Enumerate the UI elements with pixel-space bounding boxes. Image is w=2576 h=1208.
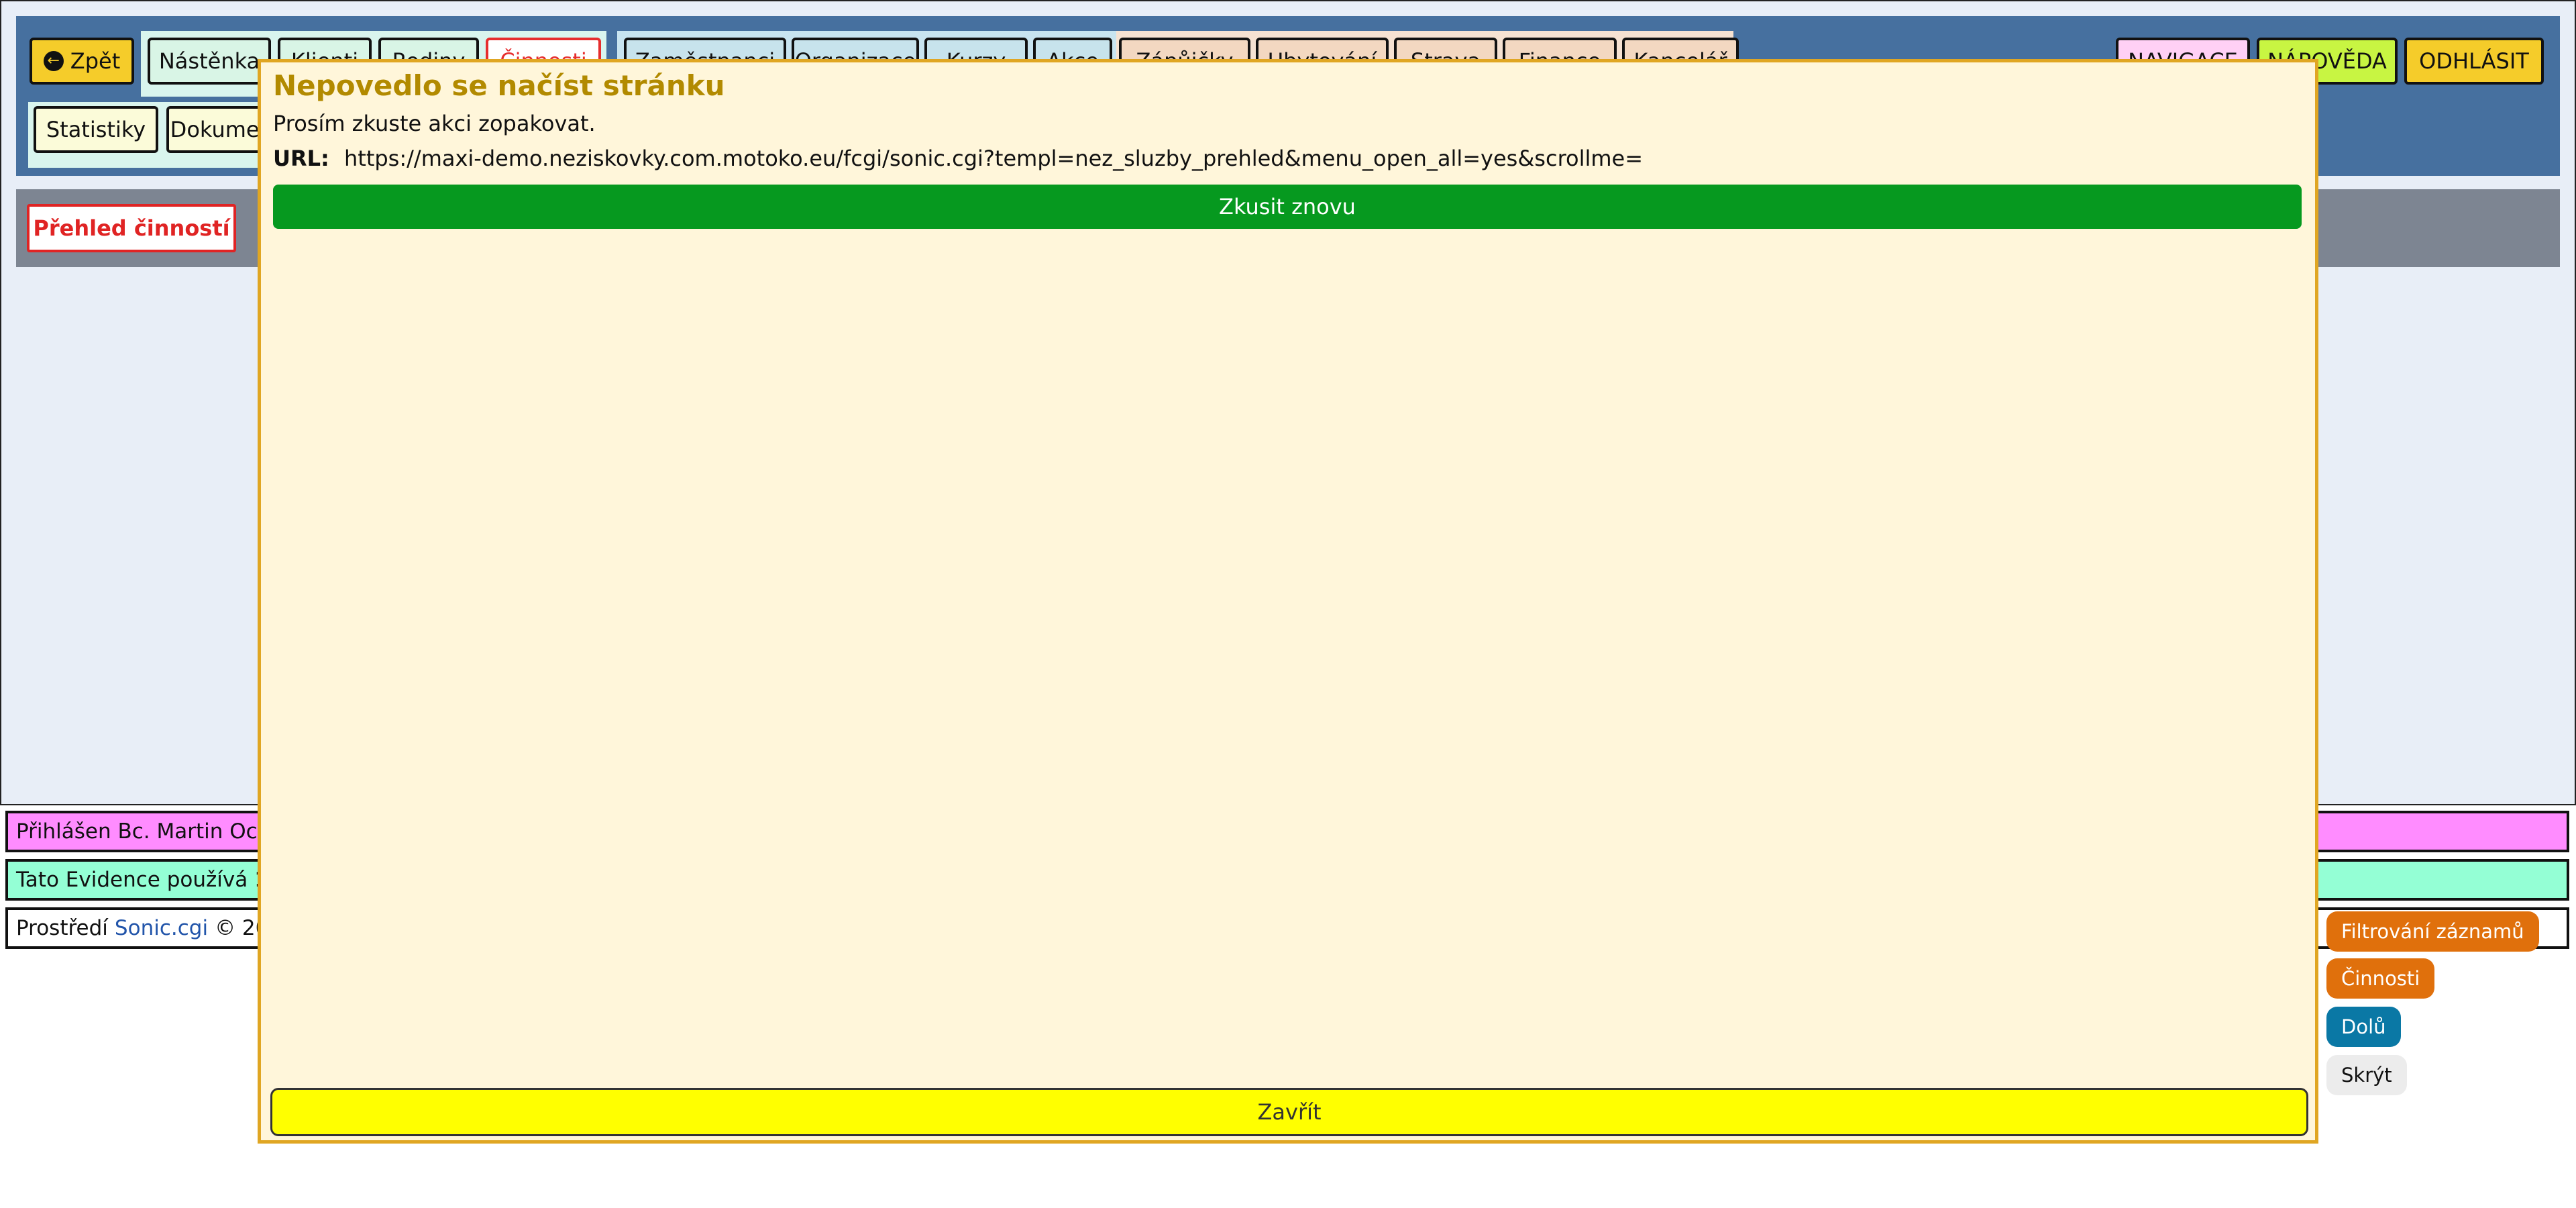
hide-button[interactable]: Skrýt xyxy=(2326,1055,2407,1095)
back-button[interactable]: ← Zpět xyxy=(30,38,134,85)
back-label: Zpět xyxy=(70,48,121,74)
error-title: Nepovedlo se načíst stránku xyxy=(273,69,725,102)
logged-in-text: Přihlášen Bc. Martin Ocás xyxy=(16,819,281,844)
logout-button[interactable]: ODHLÁSIT xyxy=(2404,38,2544,85)
close-button[interactable]: Zavřít xyxy=(270,1088,2308,1136)
sonic-link[interactable]: Sonic.cgi xyxy=(115,916,208,940)
error-message: Prosím zkuste akci zopakovat. xyxy=(273,111,596,136)
arrow-left-icon: ← xyxy=(43,51,64,71)
retry-button[interactable]: Zkusit znovu xyxy=(273,185,2302,229)
error-url-line: URL: https://maxi-demo.neziskovky.com.mo… xyxy=(273,146,1643,171)
environment-prefix: Prostředí xyxy=(16,916,108,940)
activities-side-button[interactable]: Činnosti xyxy=(2326,958,2435,999)
activities-overview-button[interactable]: Přehled činností xyxy=(27,204,236,252)
error-dialog: Nepovedlo se načíst stránku Prosím zkust… xyxy=(258,59,2318,1144)
nav-dashboard-button[interactable]: Nástěnka xyxy=(148,38,271,85)
evidence-prefix: Tato Evidence používá xyxy=(16,868,248,892)
filter-records-button[interactable]: Filtrování záznamů xyxy=(2326,911,2539,952)
url-label: URL: xyxy=(273,146,329,171)
nav-statistics-button[interactable]: Statistiky xyxy=(34,106,158,153)
scroll-down-button[interactable]: Dolů xyxy=(2326,1007,2401,1047)
error-url: https://maxi-demo.neziskovky.com.motoko.… xyxy=(343,146,1644,171)
